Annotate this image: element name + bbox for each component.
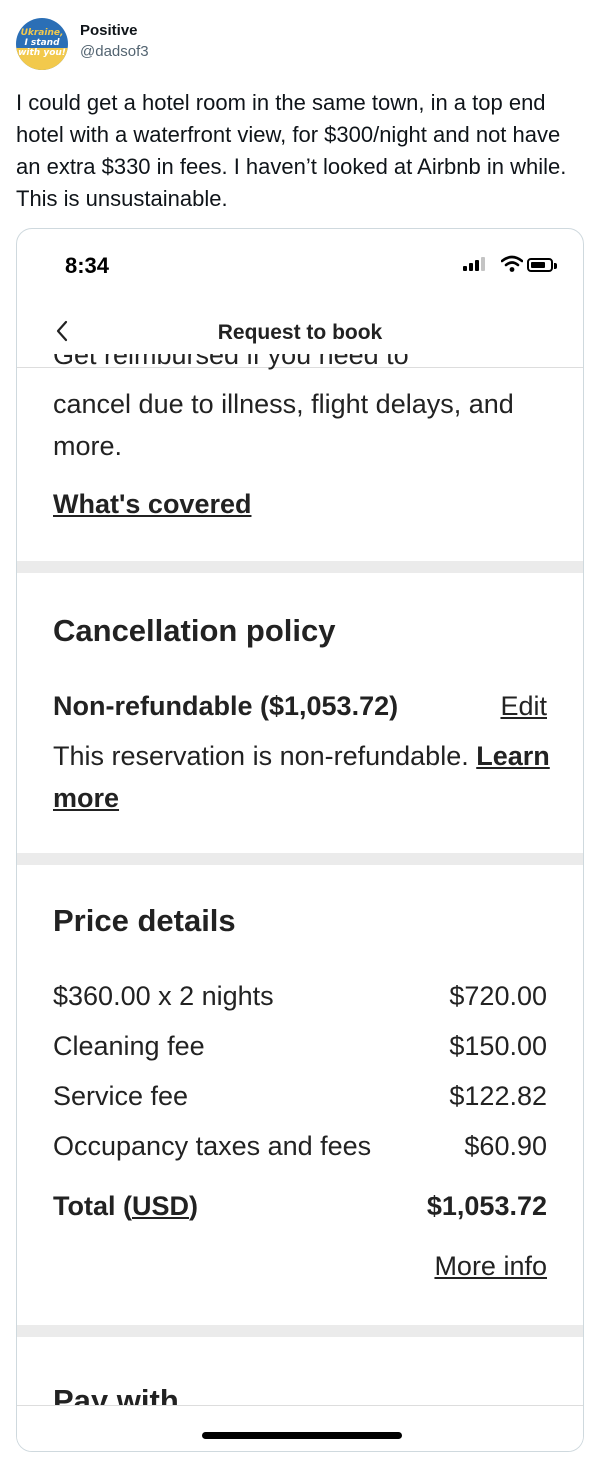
screenshot-card[interactable]: 8:34 Request to book Get reimbursed if y… <box>16 228 584 1452</box>
signal-bar-icon <box>475 260 479 271</box>
total-row: Total (USD) $1,053.72 <box>53 1191 547 1231</box>
trip-insurance-body: cancel due to illness, flight delays, an… <box>53 389 514 461</box>
more-info-link[interactable]: More info <box>434 1251 547 1282</box>
total-label: Total (USD) <box>53 1191 198 1222</box>
section-divider <box>17 1325 583 1337</box>
user-handle[interactable]: @dadsof3 <box>80 43 149 60</box>
cut-text-content: Get reimbursed if you need to <box>53 354 409 370</box>
display-name[interactable]: Positive <box>80 22 138 39</box>
price-row-label: $360.00 x 2 nights <box>53 981 274 1011</box>
total-label-start: Total ( <box>53 1191 132 1221</box>
price-row-amount: $720.00 <box>449 981 547 1011</box>
signal-bar-icon <box>481 257 485 271</box>
home-indicator[interactable] <box>202 1432 402 1439</box>
price-row-amount: $60.90 <box>464 1131 547 1161</box>
section-divider <box>17 561 583 573</box>
policy-body-text: This reservation is non-refundable. <box>53 741 469 771</box>
price-row: $360.00 x 2 nights $720.00 <box>53 981 547 1021</box>
price-row-amount: $122.82 <box>449 1081 547 1111</box>
nav-title: Request to book <box>217 321 383 344</box>
policy-body: This reservation is non-refundable. Lear… <box>53 735 553 819</box>
price-row-amount: $150.00 <box>449 1031 547 1061</box>
price-row-label: Occupancy taxes and fees <box>53 1131 372 1161</box>
currency-link[interactable]: USD <box>132 1191 189 1221</box>
total-label-end: ) <box>189 1191 198 1221</box>
edit-link[interactable]: Edit <box>500 691 547 722</box>
price-row: Occupancy taxes and fees $60.90 <box>53 1131 547 1171</box>
whats-covered-link[interactable]: What's covered <box>53 489 251 520</box>
price-row-label: Cleaning fee <box>53 1031 205 1061</box>
bottom-safe-area <box>17 1405 583 1451</box>
pay-with-text: Pay with <box>53 1385 179 1405</box>
price-row-label: Service fee <box>53 1081 189 1111</box>
battery-tip <box>554 263 557 269</box>
price-row: Service fee $122.82 <box>53 1081 547 1121</box>
total-amount: $1,053.72 <box>426 1191 547 1221</box>
price-details-heading: Price details <box>53 903 236 938</box>
signal-bar-icon <box>463 266 467 271</box>
pay-with-heading: Pay with <box>53 1385 179 1405</box>
avatar-text-line-2: I stand <box>24 38 60 48</box>
section-divider <box>17 853 583 865</box>
signal-bar-icon <box>469 263 473 271</box>
cancellation-heading: Cancellation policy <box>53 613 336 648</box>
avatar-text-line-1: Ukraine, <box>20 28 64 38</box>
tweet-text: I could get a hotel room in the same tow… <box>16 90 567 211</box>
battery-icon <box>527 258 553 272</box>
policy-title: Non-refundable ($1,053.72) <box>53 691 399 721</box>
trip-insurance-cut-text: Get reimbursed if you need to <box>53 354 409 372</box>
avatar-text-line-3: with you! <box>18 48 66 58</box>
wifi-icon <box>500 255 524 278</box>
status-icons <box>449 255 559 275</box>
price-row: Cleaning fee $150.00 <box>53 1031 547 1071</box>
tweet-header: Ukraine, I stand with you! Positive @dad… <box>16 14 576 70</box>
avatar[interactable]: Ukraine, I stand with you! <box>16 18 68 70</box>
status-time: 8:34 <box>65 253 110 278</box>
